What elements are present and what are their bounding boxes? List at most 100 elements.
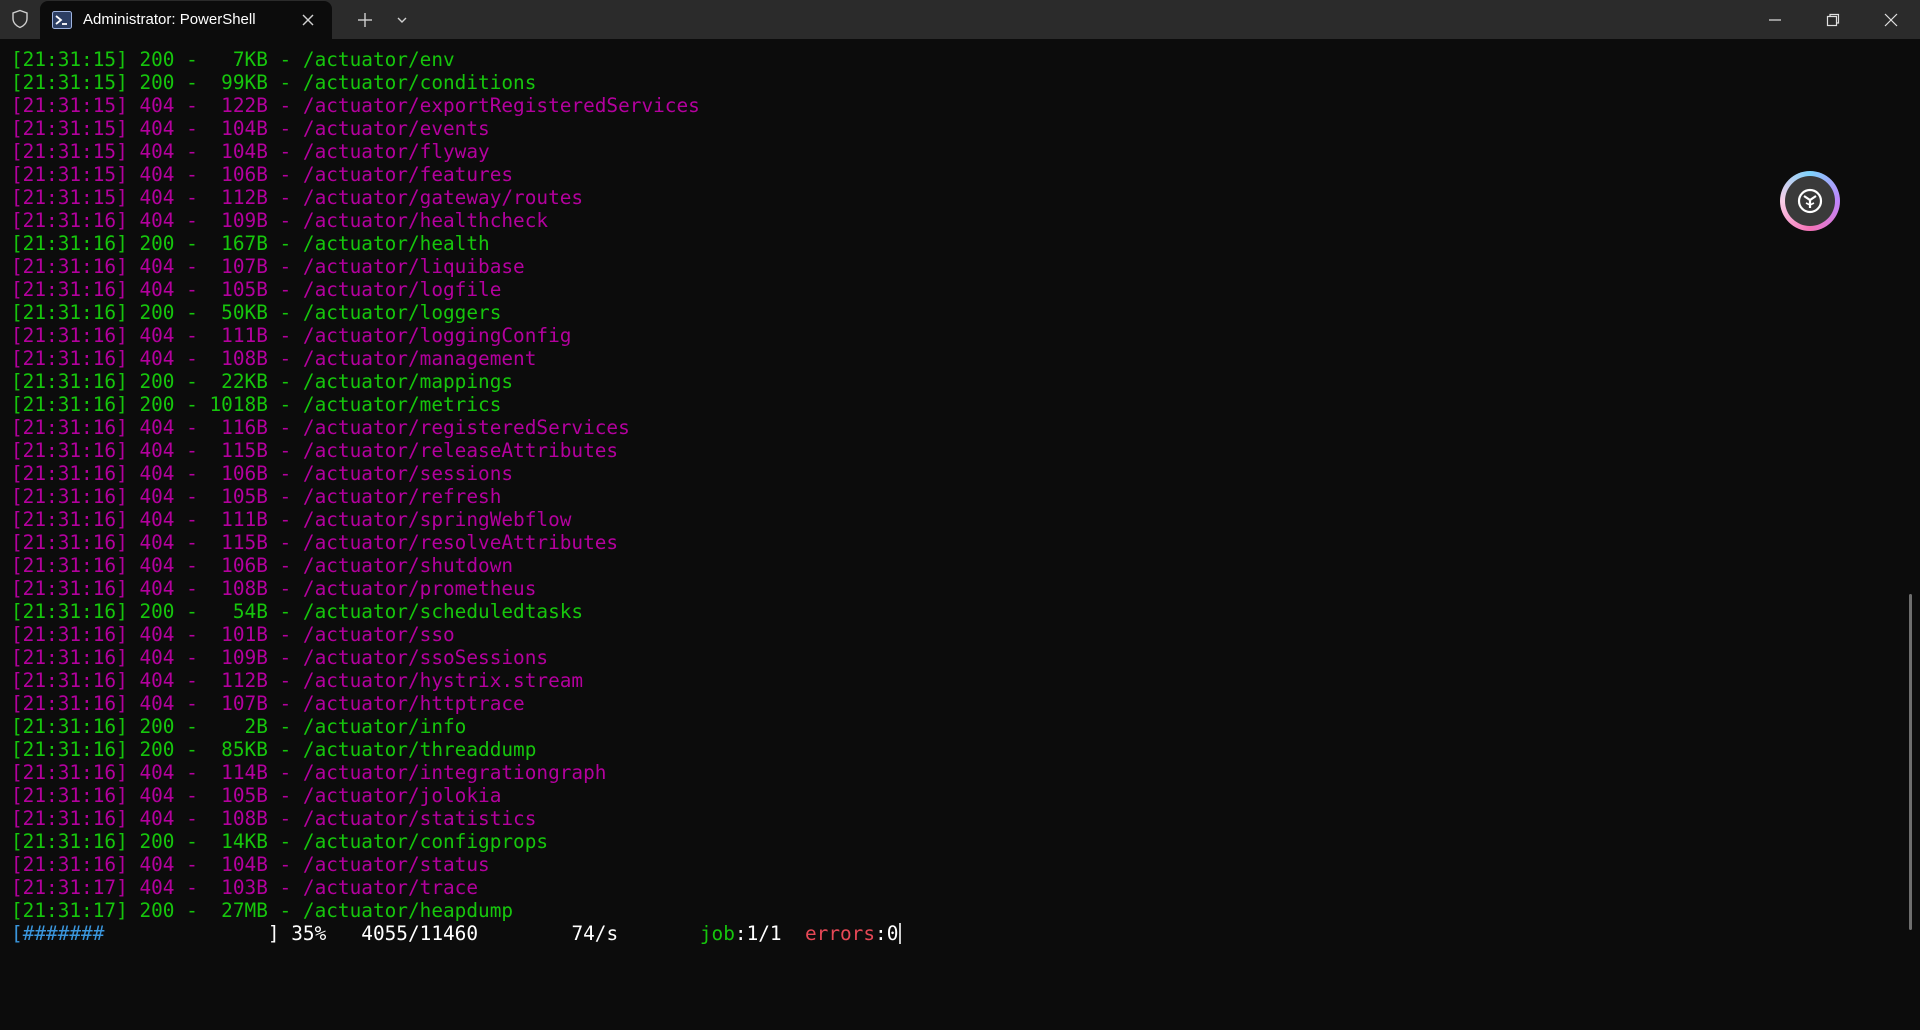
minimize-icon [1769, 18, 1781, 21]
log-line: [21:31:16] 404 - 107B - /actuator/liquib… [11, 255, 525, 278]
log-size: 105B [209, 278, 268, 301]
log-time: [21:31:16] [11, 623, 128, 646]
log-status: 404 [139, 416, 175, 439]
log-time: [21:31:16] [11, 508, 128, 531]
log-status: 200 [139, 715, 175, 738]
log-size: 99KB [209, 71, 268, 94]
log-path: /actuator/liquibase [302, 255, 525, 278]
log-status: 200 [139, 71, 175, 94]
log-line: [21:31:16] 404 - 108B - /actuator/statis… [11, 807, 537, 830]
log-status: 404 [139, 646, 175, 669]
job-label: job [699, 922, 735, 945]
log-line: [21:31:16] 200 - 1018B - /actuator/metri… [11, 393, 502, 416]
tab-title: Administrator: PowerShell [83, 11, 256, 28]
scrollbar-thumb[interactable] [1909, 594, 1912, 930]
log-line: [21:31:16] 200 - 85KB - /actuator/thread… [11, 738, 537, 761]
log-line: [21:31:16] 404 - 107B - /actuator/httptr… [11, 692, 525, 715]
log-size: 105B [209, 784, 268, 807]
log-line: [21:31:16] 200 - 14KB - /actuator/config… [11, 830, 549, 853]
log-status: 200 [139, 393, 175, 416]
log-path: /actuator/scheduledtasks [302, 600, 584, 623]
log-path: /actuator/healthcheck [302, 209, 549, 232]
log-status: 404 [139, 324, 175, 347]
log-line: [21:31:16] 404 - 115B - /actuator/releas… [11, 439, 619, 462]
log-line: [21:31:16] 200 - 22KB - /actuator/mappin… [11, 370, 514, 393]
progress-count: 4055/11460 [361, 922, 479, 945]
progress-bar-open: [ [11, 922, 23, 945]
text-cursor [899, 923, 902, 944]
tab-powershell[interactable]: Administrator: PowerShell [40, 1, 332, 39]
close-window-button[interactable] [1862, 0, 1920, 39]
log-time: [21:31:16] [11, 738, 128, 761]
log-line: [21:31:16] 404 - 114B - /actuator/integr… [11, 761, 607, 784]
log-path: /actuator/metrics [302, 393, 502, 416]
close-icon[interactable] [300, 12, 316, 28]
log-size: 122B [209, 94, 268, 117]
log-line: [21:31:16] 404 - 112B - /actuator/hystri… [11, 669, 584, 692]
log-line: [21:31:16] 404 - 108B - /actuator/promet… [11, 577, 537, 600]
log-line: [21:31:16] 200 - 167B - /actuator/health [11, 232, 490, 255]
log-time: [21:31:16] [11, 646, 128, 669]
log-time: [21:31:15] [11, 71, 128, 94]
log-size: 108B [209, 347, 268, 370]
log-status: 404 [139, 255, 175, 278]
restore-button[interactable] [1804, 0, 1862, 39]
log-time: [21:31:17] [11, 876, 128, 899]
log-status: 404 [139, 692, 175, 715]
log-size: 104B [209, 140, 268, 163]
log-line: [21:31:15] 404 - 104B - /actuator/events [11, 117, 490, 140]
log-size: 108B [209, 807, 268, 830]
minimize-button[interactable] [1746, 0, 1804, 39]
shield-icon[interactable] [10, 9, 30, 29]
log-status: 404 [139, 531, 175, 554]
log-time: [21:31:16] [11, 554, 128, 577]
log-size: 112B [209, 669, 268, 692]
terminal-output[interactable]: [21:31:15] 200 - 7KB - /actuator/env [21:… [11, 48, 1891, 1028]
log-size: 114B [209, 761, 268, 784]
log-time: [21:31:15] [11, 94, 128, 117]
log-line: [21:31:16] 200 - 54B - /actuator/schedul… [11, 600, 584, 623]
log-status: 200 [139, 600, 175, 623]
job-value: :1/1 [734, 922, 782, 945]
log-size: 111B [209, 508, 268, 531]
errors-value: :0 [875, 922, 899, 945]
log-time: [21:31:15] [11, 186, 128, 209]
log-time: [21:31:15] [11, 140, 128, 163]
log-line: [21:31:15] 404 - 122B - /actuator/export… [11, 94, 700, 117]
log-size: 14KB [209, 830, 268, 853]
log-size: 167B [209, 232, 268, 255]
log-size: 106B [209, 462, 268, 485]
log-path: /actuator/integrationgraph [302, 761, 607, 784]
log-status: 404 [139, 462, 175, 485]
log-line: [21:31:16] 404 - 105B - /actuator/joloki… [11, 784, 502, 807]
progress-bar-rest: ] [104, 922, 292, 945]
log-size: 54B [209, 600, 268, 623]
log-lines: [21:31:15] 200 - 7KB - /actuator/env [21:… [11, 48, 1891, 922]
plus-icon[interactable] [356, 11, 374, 29]
log-size: 106B [209, 554, 268, 577]
chevron-down-icon[interactable] [395, 14, 409, 26]
restore-icon [1826, 13, 1840, 26]
log-status: 404 [139, 807, 175, 830]
log-size: 112B [209, 186, 268, 209]
log-line: [21:31:16] 404 - 108B - /actuator/manage… [11, 347, 537, 370]
log-time: [21:31:16] [11, 209, 128, 232]
log-time: [21:31:16] [11, 692, 128, 715]
log-time: [21:31:16] [11, 669, 128, 692]
log-path: /actuator/events [302, 117, 490, 140]
log-path: /actuator/statistics [302, 807, 537, 830]
log-path: /actuator/sessions [302, 462, 514, 485]
log-path: /actuator/loggers [302, 301, 502, 324]
close-icon [1884, 13, 1898, 26]
log-size: 7KB [209, 48, 268, 71]
log-path: /actuator/jolokia [302, 784, 502, 807]
floating-assistant-button[interactable] [1780, 171, 1840, 231]
log-line: [21:31:16] 200 - 50KB - /actuator/logger… [11, 301, 502, 324]
progress-rate: 74/s [571, 922, 619, 945]
log-size: 109B [209, 209, 268, 232]
log-path: /actuator/httptrace [302, 692, 525, 715]
log-path: /actuator/springWebflow [302, 508, 572, 531]
log-path: /actuator/registeredServices [302, 416, 630, 439]
log-path: /actuator/env [302, 48, 455, 71]
log-line: [21:31:15] 200 - 7KB - /actuator/env [11, 48, 455, 71]
